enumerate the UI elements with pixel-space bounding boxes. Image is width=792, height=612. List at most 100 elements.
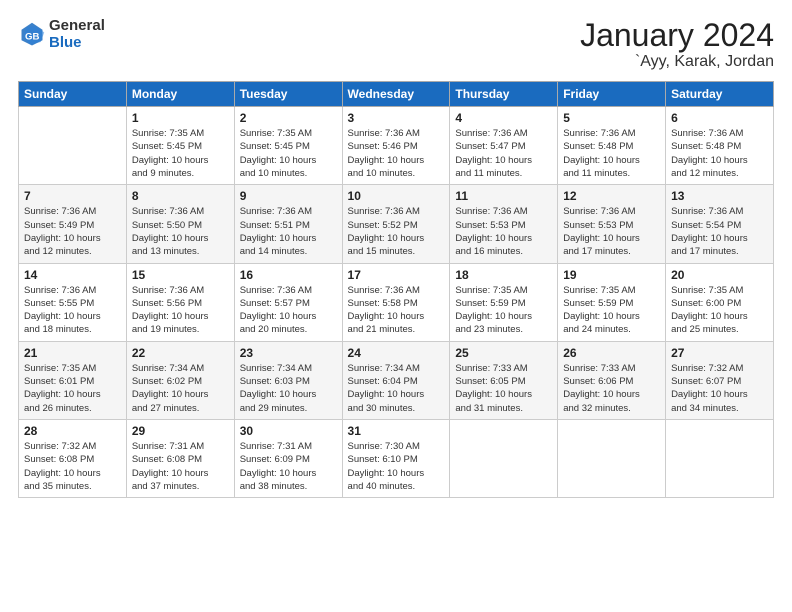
day-info: Sunrise: 7:35 AMSunset: 5:59 PMDaylight:… bbox=[455, 284, 552, 337]
calendar-cell: 13Sunrise: 7:36 AMSunset: 5:54 PMDayligh… bbox=[666, 185, 774, 263]
day-number: 31 bbox=[348, 424, 445, 438]
day-info: Sunrise: 7:36 AMSunset: 5:50 PMDaylight:… bbox=[132, 205, 229, 258]
day-info: Sunrise: 7:36 AMSunset: 5:48 PMDaylight:… bbox=[671, 127, 768, 180]
day-info: Sunrise: 7:36 AMSunset: 5:53 PMDaylight:… bbox=[455, 205, 552, 258]
calendar-cell: 7 Sunrise: 7:36 AMSunset: 5:49 PMDaylight… bbox=[19, 185, 127, 263]
day-number: 30 bbox=[240, 424, 337, 438]
calendar-cell: 15 Sunrise: 7:36 AMSunset: 5:56 PMDayligh… bbox=[126, 263, 234, 341]
calendar-cell bbox=[19, 107, 127, 185]
day-number: 29 bbox=[132, 424, 229, 438]
calendar-cell: 2Sunrise: 7:35 AMSunset: 5:45 PMDaylight… bbox=[234, 107, 342, 185]
calendar-table: SundayMondayTuesdayWednesdayThursdayFrid… bbox=[18, 81, 774, 498]
col-header-tuesday: Tuesday bbox=[234, 82, 342, 107]
calendar-cell: 9 Sunrise: 7:36 AMSunset: 5:51 PMDaylight… bbox=[234, 185, 342, 263]
day-info: Sunrise: 7:36 AMSunset: 5:47 PMDaylight:… bbox=[455, 127, 552, 180]
day-number: 15 bbox=[132, 268, 229, 282]
calendar-cell: 17 Sunrise: 7:36 AMSunset: 5:58 PMDayligh… bbox=[342, 263, 450, 341]
calendar-cell: 23 Sunrise: 7:34 AMSunset: 6:03 PMDayligh… bbox=[234, 341, 342, 419]
calendar-cell: 4 Sunrise: 7:36 AMSunset: 5:47 PMDaylight… bbox=[450, 107, 558, 185]
day-info: Sunrise: 7:36 AMSunset: 5:52 PMDaylight:… bbox=[348, 205, 445, 258]
week-row-3: 14Sunrise: 7:36 AMSunset: 5:55 PMDayligh… bbox=[19, 263, 774, 341]
day-number: 4 bbox=[455, 111, 552, 125]
calendar-cell: 29 Sunrise: 7:31 AMSunset: 6:08 PMDayligh… bbox=[126, 419, 234, 497]
day-info: Sunrise: 7:32 AMSunset: 6:07 PMDaylight:… bbox=[671, 362, 768, 415]
col-header-wednesday: Wednesday bbox=[342, 82, 450, 107]
col-header-sunday: Sunday bbox=[19, 82, 127, 107]
day-number: 25 bbox=[455, 346, 552, 360]
calendar-cell bbox=[666, 419, 774, 497]
calendar-cell: 19 Sunrise: 7:35 AMSunset: 5:59 PMDayligh… bbox=[558, 263, 666, 341]
day-number: 10 bbox=[348, 189, 445, 203]
calendar-cell: 24Sunrise: 7:34 AMSunset: 6:04 PMDayligh… bbox=[342, 341, 450, 419]
calendar-cell: 31 Sunrise: 7:30 AMSunset: 6:10 PMDayligh… bbox=[342, 419, 450, 497]
day-number: 28 bbox=[24, 424, 121, 438]
day-info: Sunrise: 7:34 AMSunset: 6:03 PMDaylight:… bbox=[240, 362, 337, 415]
day-number: 8 bbox=[132, 189, 229, 203]
logo-general: General bbox=[49, 18, 105, 35]
day-info: Sunrise: 7:36 AMSunset: 5:58 PMDaylight:… bbox=[348, 284, 445, 337]
day-info: Sunrise: 7:31 AMSunset: 6:08 PMDaylight:… bbox=[132, 440, 229, 493]
calendar-cell: 1 Sunrise: 7:35 AMSunset: 5:45 PMDaylight… bbox=[126, 107, 234, 185]
day-number: 20 bbox=[671, 268, 768, 282]
header-row: SundayMondayTuesdayWednesdayThursdayFrid… bbox=[19, 82, 774, 107]
day-info: Sunrise: 7:36 AMSunset: 5:48 PMDaylight:… bbox=[563, 127, 660, 180]
week-row-5: 28 Sunrise: 7:32 AMSunset: 6:08 PMDayligh… bbox=[19, 419, 774, 497]
day-number: 9 bbox=[240, 189, 337, 203]
day-info: Sunrise: 7:36 AMSunset: 5:49 PMDaylight:… bbox=[24, 205, 121, 258]
day-info: Sunrise: 7:34 AMSunset: 6:02 PMDaylight:… bbox=[132, 362, 229, 415]
day-number: 7 bbox=[24, 189, 121, 203]
logo-text: General Blue bbox=[49, 18, 105, 51]
calendar-cell: 25 Sunrise: 7:33 AMSunset: 6:05 PMDayligh… bbox=[450, 341, 558, 419]
logo: GB General Blue bbox=[18, 18, 105, 51]
calendar-cell: 16 Sunrise: 7:36 AMSunset: 5:57 PMDayligh… bbox=[234, 263, 342, 341]
day-number: 6 bbox=[671, 111, 768, 125]
day-number: 14 bbox=[24, 268, 121, 282]
day-number: 26 bbox=[563, 346, 660, 360]
calendar-cell: 26 Sunrise: 7:33 AMSunset: 6:06 PMDayligh… bbox=[558, 341, 666, 419]
calendar-cell: 21Sunrise: 7:35 AMSunset: 6:01 PMDayligh… bbox=[19, 341, 127, 419]
day-info: Sunrise: 7:36 AMSunset: 5:56 PMDaylight:… bbox=[132, 284, 229, 337]
logo-icon: GB bbox=[18, 21, 46, 49]
day-info: Sunrise: 7:35 AMSunset: 5:45 PMDaylight:… bbox=[132, 127, 229, 180]
day-info: Sunrise: 7:36 AMSunset: 5:57 PMDaylight:… bbox=[240, 284, 337, 337]
day-info: Sunrise: 7:36 AMSunset: 5:51 PMDaylight:… bbox=[240, 205, 337, 258]
calendar-cell bbox=[450, 419, 558, 497]
calendar-cell: 8 Sunrise: 7:36 AMSunset: 5:50 PMDaylight… bbox=[126, 185, 234, 263]
page: GB General Blue January 2024 `Ayy, Karak… bbox=[0, 0, 792, 612]
day-info: Sunrise: 7:35 AMSunset: 6:00 PMDaylight:… bbox=[671, 284, 768, 337]
day-number: 13 bbox=[671, 189, 768, 203]
col-header-saturday: Saturday bbox=[666, 82, 774, 107]
day-number: 16 bbox=[240, 268, 337, 282]
day-number: 12 bbox=[563, 189, 660, 203]
calendar-cell: 30Sunrise: 7:31 AMSunset: 6:09 PMDayligh… bbox=[234, 419, 342, 497]
day-number: 23 bbox=[240, 346, 337, 360]
title-area: January 2024 `Ayy, Karak, Jordan bbox=[580, 18, 774, 71]
day-info: Sunrise: 7:35 AMSunset: 5:59 PMDaylight:… bbox=[563, 284, 660, 337]
day-info: Sunrise: 7:33 AMSunset: 6:05 PMDaylight:… bbox=[455, 362, 552, 415]
logo-blue: Blue bbox=[49, 35, 105, 52]
week-row-1: 1 Sunrise: 7:35 AMSunset: 5:45 PMDaylight… bbox=[19, 107, 774, 185]
calendar-cell: 28 Sunrise: 7:32 AMSunset: 6:08 PMDayligh… bbox=[19, 419, 127, 497]
calendar-cell: 3 Sunrise: 7:36 AMSunset: 5:46 PMDaylight… bbox=[342, 107, 450, 185]
calendar-cell: 14Sunrise: 7:36 AMSunset: 5:55 PMDayligh… bbox=[19, 263, 127, 341]
calendar-cell: 10 Sunrise: 7:36 AMSunset: 5:52 PMDayligh… bbox=[342, 185, 450, 263]
day-number: 17 bbox=[348, 268, 445, 282]
svg-text:GB: GB bbox=[25, 31, 39, 42]
day-number: 2 bbox=[240, 111, 337, 125]
header: GB General Blue January 2024 `Ayy, Karak… bbox=[18, 18, 774, 71]
day-number: 3 bbox=[348, 111, 445, 125]
day-info: Sunrise: 7:32 AMSunset: 6:08 PMDaylight:… bbox=[24, 440, 121, 493]
day-info: Sunrise: 7:33 AMSunset: 6:06 PMDaylight:… bbox=[563, 362, 660, 415]
day-number: 18 bbox=[455, 268, 552, 282]
calendar-cell bbox=[558, 419, 666, 497]
week-row-4: 21Sunrise: 7:35 AMSunset: 6:01 PMDayligh… bbox=[19, 341, 774, 419]
day-number: 19 bbox=[563, 268, 660, 282]
month-title: January 2024 bbox=[580, 18, 774, 53]
day-info: Sunrise: 7:36 AMSunset: 5:46 PMDaylight:… bbox=[348, 127, 445, 180]
calendar-cell: 18 Sunrise: 7:35 AMSunset: 5:59 PMDayligh… bbox=[450, 263, 558, 341]
calendar-cell: 22Sunrise: 7:34 AMSunset: 6:02 PMDayligh… bbox=[126, 341, 234, 419]
day-number: 1 bbox=[132, 111, 229, 125]
calendar-cell: 27Sunrise: 7:32 AMSunset: 6:07 PMDayligh… bbox=[666, 341, 774, 419]
day-info: Sunrise: 7:30 AMSunset: 6:10 PMDaylight:… bbox=[348, 440, 445, 493]
location: `Ayy, Karak, Jordan bbox=[580, 53, 774, 71]
